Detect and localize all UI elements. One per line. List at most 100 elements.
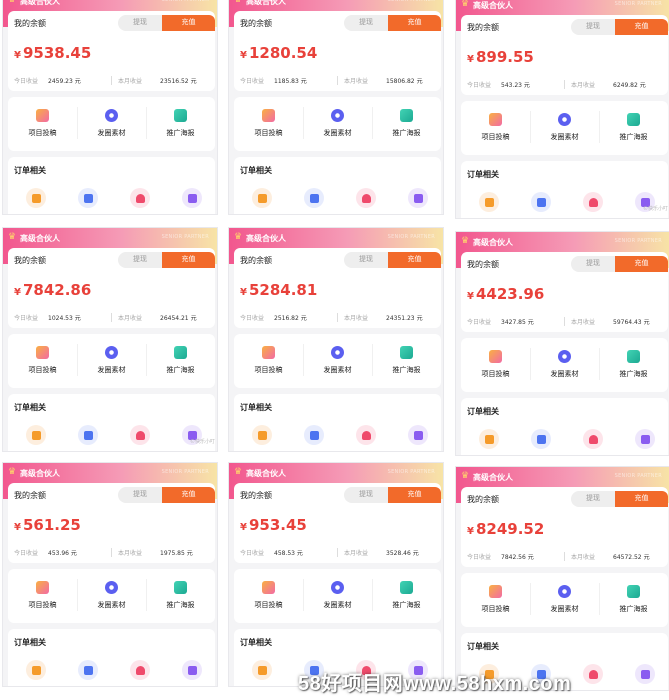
order-item-3[interactable]: 售后反馈 [166, 422, 217, 451]
tool-image[interactable]: 推广海报 [372, 97, 441, 151]
order-item-1[interactable]: 收支明细 [62, 185, 114, 214]
withdraw-button[interactable]: 提现 [344, 15, 388, 31]
tool-image[interactable]: 推广海报 [599, 573, 668, 627]
tool-document[interactable]: 项目投稿 [8, 334, 77, 388]
tool-document[interactable]: 项目投稿 [8, 97, 77, 151]
recharge-button[interactable]: 充值 [615, 256, 668, 272]
order-item-0[interactable]: 订单管理 [463, 189, 515, 218]
recharge-button[interactable]: 充值 [388, 15, 441, 31]
tool-document[interactable]: 项目投稿 [234, 334, 303, 388]
order-item-3[interactable]: 售后反馈 [619, 189, 669, 218]
order-item-1[interactable]: 收支明细 [62, 657, 114, 686]
order-item-1[interactable]: 收支明细 [288, 657, 340, 686]
order-item-0[interactable]: 订单管理 [463, 426, 515, 455]
tool-document[interactable]: 项目投稿 [461, 101, 530, 155]
order-item-1[interactable]: 收支明细 [62, 422, 114, 451]
month-income-value: 1975.85 元 [160, 550, 193, 557]
recharge-button[interactable]: 充值 [388, 487, 441, 503]
recharge-button[interactable]: 充值 [162, 487, 215, 503]
withdraw-button[interactable]: 提现 [571, 491, 615, 507]
withdraw-button[interactable]: 提现 [118, 15, 162, 31]
tool-image[interactable]: 推广海报 [146, 569, 215, 623]
recharge-button[interactable]: 充值 [615, 491, 668, 507]
tool-gear[interactable]: 发圈素材 [530, 338, 599, 392]
withdraw-button[interactable]: 提现 [344, 252, 388, 268]
order-item-1[interactable]: 收支明细 [515, 426, 567, 455]
month-income-value: 15806.82 元 [386, 78, 423, 85]
order-item-2[interactable]: 异常订单 [114, 657, 166, 686]
withdraw-button[interactable]: 提现 [344, 487, 388, 503]
tool-gear[interactable]: 发圈素材 [303, 569, 372, 623]
order-item-3[interactable]: 售后反馈 [166, 657, 217, 686]
order-item-0[interactable]: 订单管理 [236, 185, 288, 214]
order-item-2[interactable]: 异常订单 [340, 185, 392, 214]
divider [599, 111, 600, 143]
order-icon [258, 431, 267, 440]
tool-image[interactable]: 推广海报 [599, 101, 668, 155]
order-item-2[interactable]: 异常订单 [114, 422, 166, 451]
order-item-3[interactable]: 售后反馈 [392, 657, 443, 686]
tool-image[interactable]: 推广海报 [146, 97, 215, 151]
order-item-2[interactable]: 异常订单 [567, 661, 619, 690]
order-item-0[interactable]: 订单管理 [463, 661, 515, 690]
image-icon [174, 581, 187, 594]
order-item-0[interactable]: 订单管理 [10, 657, 62, 686]
order-item-3[interactable]: 售后反馈 [619, 426, 669, 455]
tool-label: 推广海报 [166, 366, 195, 374]
recharge-button[interactable]: 充值 [162, 15, 215, 31]
divider [564, 552, 565, 561]
order-item-1[interactable]: 收支明细 [288, 185, 340, 214]
balance-card: 我的余额 提现 充值 ¥8249.52 今日收益 7842.56 元 本月收益 … [461, 487, 668, 567]
today-income-label: 今日收益 [467, 82, 492, 89]
withdraw-button[interactable]: 提现 [118, 487, 162, 503]
orders-card: 订单相关 订单管理 收支明细 异常订单 售后反馈 [234, 629, 443, 686]
tool-gear[interactable]: 发圈素材 [77, 97, 146, 151]
order-item-3[interactable]: 售后反馈 [166, 185, 217, 214]
recharge-button[interactable]: 充值 [388, 252, 441, 268]
order-item-3[interactable]: 售后反馈 [619, 661, 669, 690]
tool-document[interactable]: 项目投稿 [234, 97, 303, 151]
order-item-2[interactable]: 异常订单 [567, 426, 619, 455]
orders-card: 订单相关 订单管理 收支明细 异常订单 售后反馈 [461, 633, 669, 690]
tool-document[interactable]: 项目投稿 [234, 569, 303, 623]
balance-amount: ¥8249.52 [467, 519, 544, 538]
recharge-button[interactable]: 充值 [162, 252, 215, 268]
order-item-0[interactable]: 订单管理 [10, 422, 62, 451]
tool-document[interactable]: 项目投稿 [461, 338, 530, 392]
tool-document[interactable]: 项目投稿 [461, 573, 530, 627]
order-icon [258, 194, 267, 203]
order-item-1[interactable]: 收支明细 [288, 422, 340, 451]
tool-gear[interactable]: 发圈素材 [530, 573, 599, 627]
order-item-label: 售后反馈 [392, 450, 443, 451]
order-item-2[interactable]: 异常订单 [567, 189, 619, 218]
recharge-button[interactable]: 充值 [615, 19, 668, 35]
order-item-1[interactable]: 收支明细 [515, 189, 567, 218]
tool-image[interactable]: 推广海报 [372, 569, 441, 623]
tool-image[interactable]: 推广海报 [372, 334, 441, 388]
order-item-3[interactable]: 售后反馈 [392, 185, 443, 214]
tool-image[interactable]: 推广海报 [599, 338, 668, 392]
tool-gear[interactable]: 发圈素材 [77, 334, 146, 388]
withdraw-button[interactable]: 提现 [118, 252, 162, 268]
balance-value: 953.45 [248, 516, 307, 534]
order-item-3[interactable]: 售后反馈 [392, 422, 443, 451]
order-item-2[interactable]: 异常订单 [340, 657, 392, 686]
tool-gear[interactable]: 发圈素材 [530, 101, 599, 155]
order-item-0[interactable]: 订单管理 [236, 422, 288, 451]
order-item-0[interactable]: 订单管理 [236, 657, 288, 686]
order-item-label: 收支明细 [288, 450, 340, 451]
tool-gear[interactable]: 发圈素材 [303, 97, 372, 151]
order-item-2[interactable]: 异常订单 [114, 185, 166, 214]
tool-document[interactable]: 项目投稿 [8, 569, 77, 623]
withdraw-button[interactable]: 提现 [571, 256, 615, 272]
tool-gear[interactable]: 发圈素材 [303, 334, 372, 388]
order-item-1[interactable]: 收支明细 [515, 661, 567, 690]
withdraw-button[interactable]: 提现 [571, 19, 615, 35]
crown-icon: ♛ [234, 467, 243, 477]
balance-value: 4423.96 [475, 285, 545, 303]
order-item-0[interactable]: 订单管理 [10, 185, 62, 214]
order-item-label: 异常订单 [114, 450, 166, 451]
tool-image[interactable]: 推广海报 [146, 334, 215, 388]
tool-gear[interactable]: 发圈素材 [77, 569, 146, 623]
order-item-2[interactable]: 异常订单 [340, 422, 392, 451]
